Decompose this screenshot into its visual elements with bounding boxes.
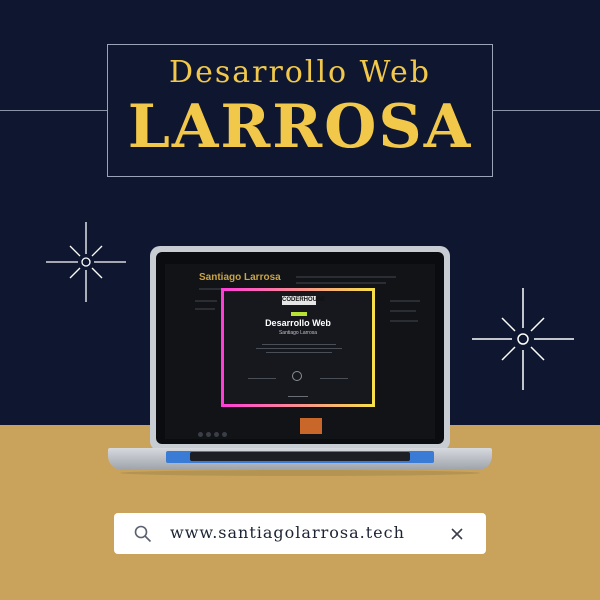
screen-text-line	[390, 310, 416, 312]
certificate-course: Desarrollo Web	[265, 318, 331, 328]
certificate-seal-icon	[292, 371, 302, 381]
url-search-input[interactable]: www.santiagolarrosa.tech	[170, 523, 405, 542]
divider-right	[493, 110, 600, 111]
certificate-signature-line	[320, 378, 348, 379]
laptop-keyboard	[190, 452, 410, 461]
screen-thumbnail	[300, 418, 322, 434]
certificate-text-line	[266, 352, 332, 353]
screen-text-line	[390, 300, 420, 302]
certificate-student: Santiago Larrosa	[278, 330, 318, 336]
screen-social-icons	[198, 422, 238, 437]
screen-text-line	[296, 276, 396, 278]
close-icon[interactable]	[450, 527, 464, 541]
screen-text-line	[195, 300, 217, 302]
screen-text-line	[195, 308, 215, 310]
certificate-text-line	[256, 348, 342, 349]
certificate-footer-logo	[288, 396, 308, 397]
screen-site-heading: Santiago Larrosa	[199, 272, 281, 283]
search-icon[interactable]	[133, 524, 153, 544]
sparkle-left-icon	[46, 222, 126, 302]
divider-left	[0, 110, 107, 111]
certificate-signature-line	[248, 378, 276, 379]
header-title: LARROSA	[127, 92, 473, 162]
certificate-text-line	[262, 344, 336, 345]
certificate-badge	[291, 312, 307, 316]
screen-text-line	[390, 320, 418, 322]
laptop-shadow	[120, 470, 480, 476]
screen-text-line	[296, 282, 386, 284]
certificate-logo: CODERHOUSE	[282, 296, 326, 305]
header-subtitle: Desarrollo Web	[169, 55, 431, 90]
sparkle-right-icon	[472, 288, 574, 390]
